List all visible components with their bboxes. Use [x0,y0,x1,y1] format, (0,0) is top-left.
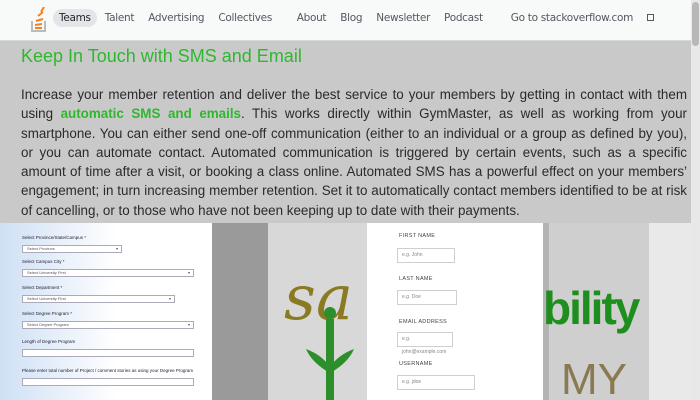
sa-logo-graphic-icon: s a [284,261,354,400]
screenshot-collage: Select Province/State/Campus * Select Pr… [0,223,691,400]
top-navigation-bar: Teams Talent Advertising Collectives Abo… [0,0,700,41]
form-field-label: Select Degree Program * [22,311,73,316]
signup-input: e.g. john@example.com [397,332,453,355]
form-screenshot-panel: Select Province/State/Campus * Select Pr… [0,223,212,400]
form-select-value: Select Province [27,246,55,251]
signup-field-label: EMAIL ADDRESS [399,319,448,325]
signup-input: e.g. jdoe [397,375,475,390]
brand-screenshot-panel: bility MY [543,223,691,400]
form-field-label: Please enter total number of Project / c… [22,368,194,373]
article-paragraph-text-end: . This works directly within GymMaster, … [21,106,688,218]
signup-screenshot-panel: FIRST NAME e.g. John LAST NAME e.g. Doe … [367,223,543,400]
nav-link-teams[interactable]: Teams [53,9,97,27]
brand-wordmark-secondary: MY [561,355,627,400]
form-select-value: Select Degree Program [27,322,69,327]
sms-email-link[interactable]: automatic SMS and emails [61,106,241,121]
nav-link-stackoverflow-label: Go to stackoverflow.com [510,12,634,24]
nav-link-about[interactable]: About [297,12,327,24]
nav-link-talent[interactable]: Talent [99,9,140,27]
nav-link-newsletter[interactable]: Newsletter [376,12,430,24]
nav-link-collectives[interactable]: Collectives [212,9,278,27]
form-input [22,349,194,357]
article-paragraph: Increase your member retention and deliv… [21,85,687,220]
stackoverflow-logo-icon[interactable] [30,7,48,33]
nav-link-stackoverflow[interactable]: Go to stackoverflow.com [497,12,654,24]
nav-link-blog[interactable]: Blog [340,12,362,24]
logo-screenshot-panel: s a [212,223,367,400]
article-heading: Keep In Touch with SMS and Email [21,46,302,66]
signup-field-label: FIRST NAME [399,233,436,239]
form-field-label: Select Department * [22,285,63,290]
signup-input: e.g. John [397,248,455,263]
form-select-value: Select University First [27,270,66,275]
chevron-down-icon: ▾ [115,246,118,251]
external-link-icon [647,14,654,21]
nav-link-podcast[interactable]: Podcast [444,12,483,24]
brand-strip [649,223,691,400]
nav-right-links: About Blog Newsletter Podcast Go to stac… [283,12,654,24]
chevron-down-icon: ▾ [187,270,190,275]
form-select-value: Select University First [27,296,66,301]
svg-text:s: s [284,261,316,334]
signup-field-label: LAST NAME [399,276,433,282]
chevron-down-icon: ▾ [187,322,190,327]
form-field-label: Select Province/State/Campus * [22,235,87,240]
article-section: Keep In Touch with SMS and Email Increas… [0,41,691,223]
brand-wordmark: bility [543,282,640,334]
nav-left-links: Teams Talent Advertising Collectives [53,9,280,27]
signup-input: e.g. Doe [397,290,457,305]
form-field-label: Length of Degree Program [22,339,76,344]
form-field-label: Select Campus City * [22,259,65,264]
form-input [22,378,194,386]
form-select: Select Degree Program ▾ [22,321,194,329]
nav-link-advertising[interactable]: Advertising [142,9,210,27]
vertical-scrollbar[interactable] [691,0,700,400]
form-select: Select University First ▾ [22,269,194,277]
form-select: Select University First ▾ [22,295,175,303]
signup-field-label: USERNAME [399,361,433,367]
svg-text:a: a [316,261,353,334]
chevron-down-icon: ▾ [168,296,171,301]
form-select: Select Province ▾ [22,245,122,253]
scrollbar-thumb[interactable] [692,2,699,46]
page: Teams Talent Advertising Collectives Abo… [0,0,700,400]
